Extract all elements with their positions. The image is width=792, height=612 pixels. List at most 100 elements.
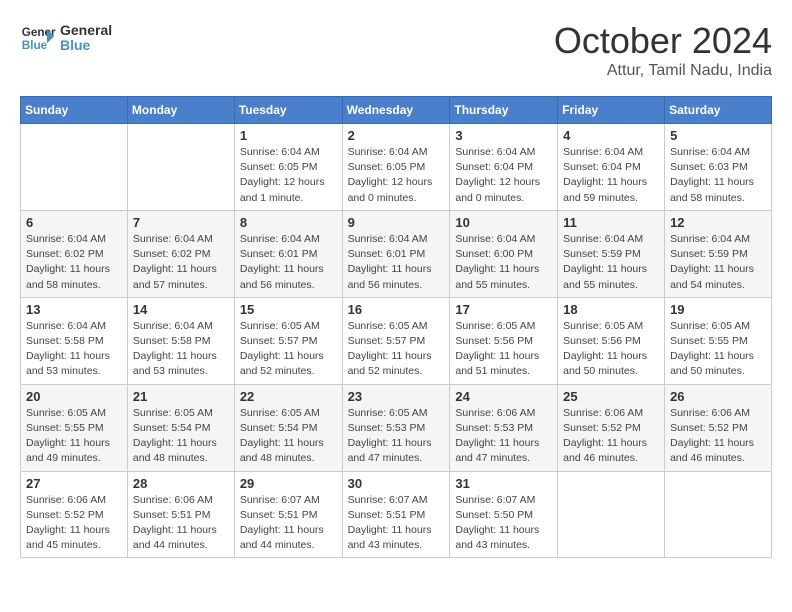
empty-cell: [21, 124, 128, 211]
weekday-header-tuesday: Tuesday: [234, 97, 342, 124]
day-number: 11: [563, 215, 659, 230]
day-info: Sunrise: 6:06 AM Sunset: 5:52 PM Dayligh…: [670, 406, 766, 467]
weekday-header-sunday: Sunday: [21, 97, 128, 124]
calendar-day-cell: 19 Sunrise: 6:05 AM Sunset: 5:55 PM Dayli…: [665, 297, 772, 384]
calendar-day-cell: 13 Sunrise: 6:04 AM Sunset: 5:58 PM Dayli…: [21, 297, 128, 384]
day-number: 4: [563, 128, 659, 143]
day-number: 6: [26, 215, 122, 230]
empty-cell: [558, 471, 665, 558]
day-number: 30: [348, 476, 445, 491]
calendar-day-cell: 3 Sunrise: 6:04 AM Sunset: 6:04 PM Daylig…: [450, 124, 558, 211]
calendar-day-cell: 30 Sunrise: 6:07 AM Sunset: 5:51 PM Dayli…: [342, 471, 450, 558]
calendar-day-cell: 11 Sunrise: 6:04 AM Sunset: 5:59 PM Dayli…: [558, 210, 665, 297]
weekday-header-friday: Friday: [558, 97, 665, 124]
calendar-week-row: 13 Sunrise: 6:04 AM Sunset: 5:58 PM Dayli…: [21, 297, 772, 384]
day-number: 12: [670, 215, 766, 230]
day-info: Sunrise: 6:06 AM Sunset: 5:52 PM Dayligh…: [563, 406, 659, 467]
weekday-header-thursday: Thursday: [450, 97, 558, 124]
calendar-day-cell: 27 Sunrise: 6:06 AM Sunset: 5:52 PM Dayli…: [21, 471, 128, 558]
day-number: 22: [240, 389, 337, 404]
day-info: Sunrise: 6:04 AM Sunset: 5:58 PM Dayligh…: [26, 319, 122, 380]
day-info: Sunrise: 6:04 AM Sunset: 6:01 PM Dayligh…: [348, 232, 445, 293]
day-info: Sunrise: 6:04 AM Sunset: 6:00 PM Dayligh…: [455, 232, 552, 293]
calendar-day-cell: 21 Sunrise: 6:05 AM Sunset: 5:54 PM Dayli…: [127, 384, 234, 471]
day-number: 29: [240, 476, 337, 491]
calendar-day-cell: 6 Sunrise: 6:04 AM Sunset: 6:02 PM Daylig…: [21, 210, 128, 297]
calendar-day-cell: 16 Sunrise: 6:05 AM Sunset: 5:57 PM Dayli…: [342, 297, 450, 384]
calendar-day-cell: 22Sunrise: 6:05 AM Sunset: 5:54 PM Dayli…: [234, 384, 342, 471]
calendar-day-cell: 14 Sunrise: 6:04 AM Sunset: 5:58 PM Dayli…: [127, 297, 234, 384]
logo-icon: General Blue: [20, 20, 56, 56]
calendar-day-cell: 1 Sunrise: 6:04 AM Sunset: 6:05 PM Daylig…: [234, 124, 342, 211]
calendar-day-cell: 12 Sunrise: 6:04 AM Sunset: 5:59 PM Dayli…: [665, 210, 772, 297]
empty-cell: [665, 471, 772, 558]
day-number: 18: [563, 302, 659, 317]
calendar-day-cell: 5Sunrise: 6:04 AM Sunset: 6:03 PM Daylig…: [665, 124, 772, 211]
day-info: Sunrise: 6:05 AM Sunset: 5:53 PM Dayligh…: [348, 406, 445, 467]
day-number: 17: [455, 302, 552, 317]
calendar-day-cell: 24 Sunrise: 6:06 AM Sunset: 5:53 PM Dayli…: [450, 384, 558, 471]
weekday-header-monday: Monday: [127, 97, 234, 124]
header: General Blue General Blue October 2024 A…: [20, 20, 772, 80]
day-info: Sunrise: 6:05 AM Sunset: 5:54 PM Dayligh…: [133, 406, 229, 467]
day-info: Sunrise: 6:07 AM Sunset: 5:51 PM Dayligh…: [348, 493, 445, 554]
calendar-day-cell: 2Sunrise: 6:04 AM Sunset: 6:05 PM Daylig…: [342, 124, 450, 211]
weekday-header-row: SundayMondayTuesdayWednesdayThursdayFrid…: [21, 97, 772, 124]
day-info: Sunrise: 6:06 AM Sunset: 5:52 PM Dayligh…: [26, 493, 122, 554]
calendar-day-cell: 25 Sunrise: 6:06 AM Sunset: 5:52 PM Dayli…: [558, 384, 665, 471]
calendar-day-cell: 26 Sunrise: 6:06 AM Sunset: 5:52 PM Dayli…: [665, 384, 772, 471]
calendar-week-row: 27 Sunrise: 6:06 AM Sunset: 5:52 PM Dayli…: [21, 471, 772, 558]
calendar-day-cell: 20 Sunrise: 6:05 AM Sunset: 5:55 PM Dayli…: [21, 384, 128, 471]
day-info: Sunrise: 6:07 AM Sunset: 5:51 PM Dayligh…: [240, 493, 337, 554]
weekday-header-saturday: Saturday: [665, 97, 772, 124]
calendar-day-cell: 29 Sunrise: 6:07 AM Sunset: 5:51 PM Dayli…: [234, 471, 342, 558]
day-number: 10: [455, 215, 552, 230]
day-info: Sunrise: 6:05 AM Sunset: 5:56 PM Dayligh…: [455, 319, 552, 380]
month-title: October 2024: [554, 20, 772, 62]
day-number: 20: [26, 389, 122, 404]
day-info: Sunrise: 6:04 AM Sunset: 6:02 PM Dayligh…: [133, 232, 229, 293]
day-info: Sunrise: 6:05 AM Sunset: 5:56 PM Dayligh…: [563, 319, 659, 380]
calendar-day-cell: 7Sunrise: 6:04 AM Sunset: 6:02 PM Daylig…: [127, 210, 234, 297]
day-number: 15: [240, 302, 337, 317]
day-number: 13: [26, 302, 122, 317]
day-number: 31: [455, 476, 552, 491]
day-info: Sunrise: 6:05 AM Sunset: 5:55 PM Dayligh…: [670, 319, 766, 380]
day-number: 26: [670, 389, 766, 404]
calendar-week-row: 1 Sunrise: 6:04 AM Sunset: 6:05 PM Daylig…: [21, 124, 772, 211]
calendar-day-cell: 17 Sunrise: 6:05 AM Sunset: 5:56 PM Dayli…: [450, 297, 558, 384]
svg-text:Blue: Blue: [22, 39, 48, 52]
day-number: 2: [348, 128, 445, 143]
day-info: Sunrise: 6:04 AM Sunset: 6:04 PM Dayligh…: [455, 145, 552, 206]
location-title: Attur, Tamil Nadu, India: [554, 62, 772, 80]
day-info: Sunrise: 6:04 AM Sunset: 5:58 PM Dayligh…: [133, 319, 229, 380]
day-number: 25: [563, 389, 659, 404]
calendar-week-row: 20 Sunrise: 6:05 AM Sunset: 5:55 PM Dayli…: [21, 384, 772, 471]
day-info: Sunrise: 6:04 AM Sunset: 6:02 PM Dayligh…: [26, 232, 122, 293]
empty-cell: [127, 124, 234, 211]
day-number: 27: [26, 476, 122, 491]
day-info: Sunrise: 6:04 AM Sunset: 5:59 PM Dayligh…: [670, 232, 766, 293]
day-info: Sunrise: 6:05 AM Sunset: 5:57 PM Dayligh…: [348, 319, 445, 380]
day-number: 1: [240, 128, 337, 143]
calendar-day-cell: 8Sunrise: 6:04 AM Sunset: 6:01 PM Daylig…: [234, 210, 342, 297]
day-info: Sunrise: 6:04 AM Sunset: 6:04 PM Dayligh…: [563, 145, 659, 206]
day-number: 14: [133, 302, 229, 317]
day-info: Sunrise: 6:04 AM Sunset: 6:03 PM Dayligh…: [670, 145, 766, 206]
day-number: 9: [348, 215, 445, 230]
day-number: 3: [455, 128, 552, 143]
day-number: 16: [348, 302, 445, 317]
day-number: 19: [670, 302, 766, 317]
day-number: 21: [133, 389, 229, 404]
calendar-body: 1 Sunrise: 6:04 AM Sunset: 6:05 PM Daylig…: [21, 124, 772, 558]
day-info: Sunrise: 6:04 AM Sunset: 5:59 PM Dayligh…: [563, 232, 659, 293]
day-info: Sunrise: 6:06 AM Sunset: 5:53 PM Dayligh…: [455, 406, 552, 467]
calendar-day-cell: 28Sunrise: 6:06 AM Sunset: 5:51 PM Dayli…: [127, 471, 234, 558]
day-info: Sunrise: 6:05 AM Sunset: 5:55 PM Dayligh…: [26, 406, 122, 467]
calendar-day-cell: 23Sunrise: 6:05 AM Sunset: 5:53 PM Dayli…: [342, 384, 450, 471]
calendar-day-cell: 4 Sunrise: 6:04 AM Sunset: 6:04 PM Daylig…: [558, 124, 665, 211]
day-info: Sunrise: 6:04 AM Sunset: 6:05 PM Dayligh…: [240, 145, 337, 206]
day-number: 24: [455, 389, 552, 404]
calendar-day-cell: 18 Sunrise: 6:05 AM Sunset: 5:56 PM Dayli…: [558, 297, 665, 384]
calendar-table: SundayMondayTuesdayWednesdayThursdayFrid…: [20, 96, 772, 558]
